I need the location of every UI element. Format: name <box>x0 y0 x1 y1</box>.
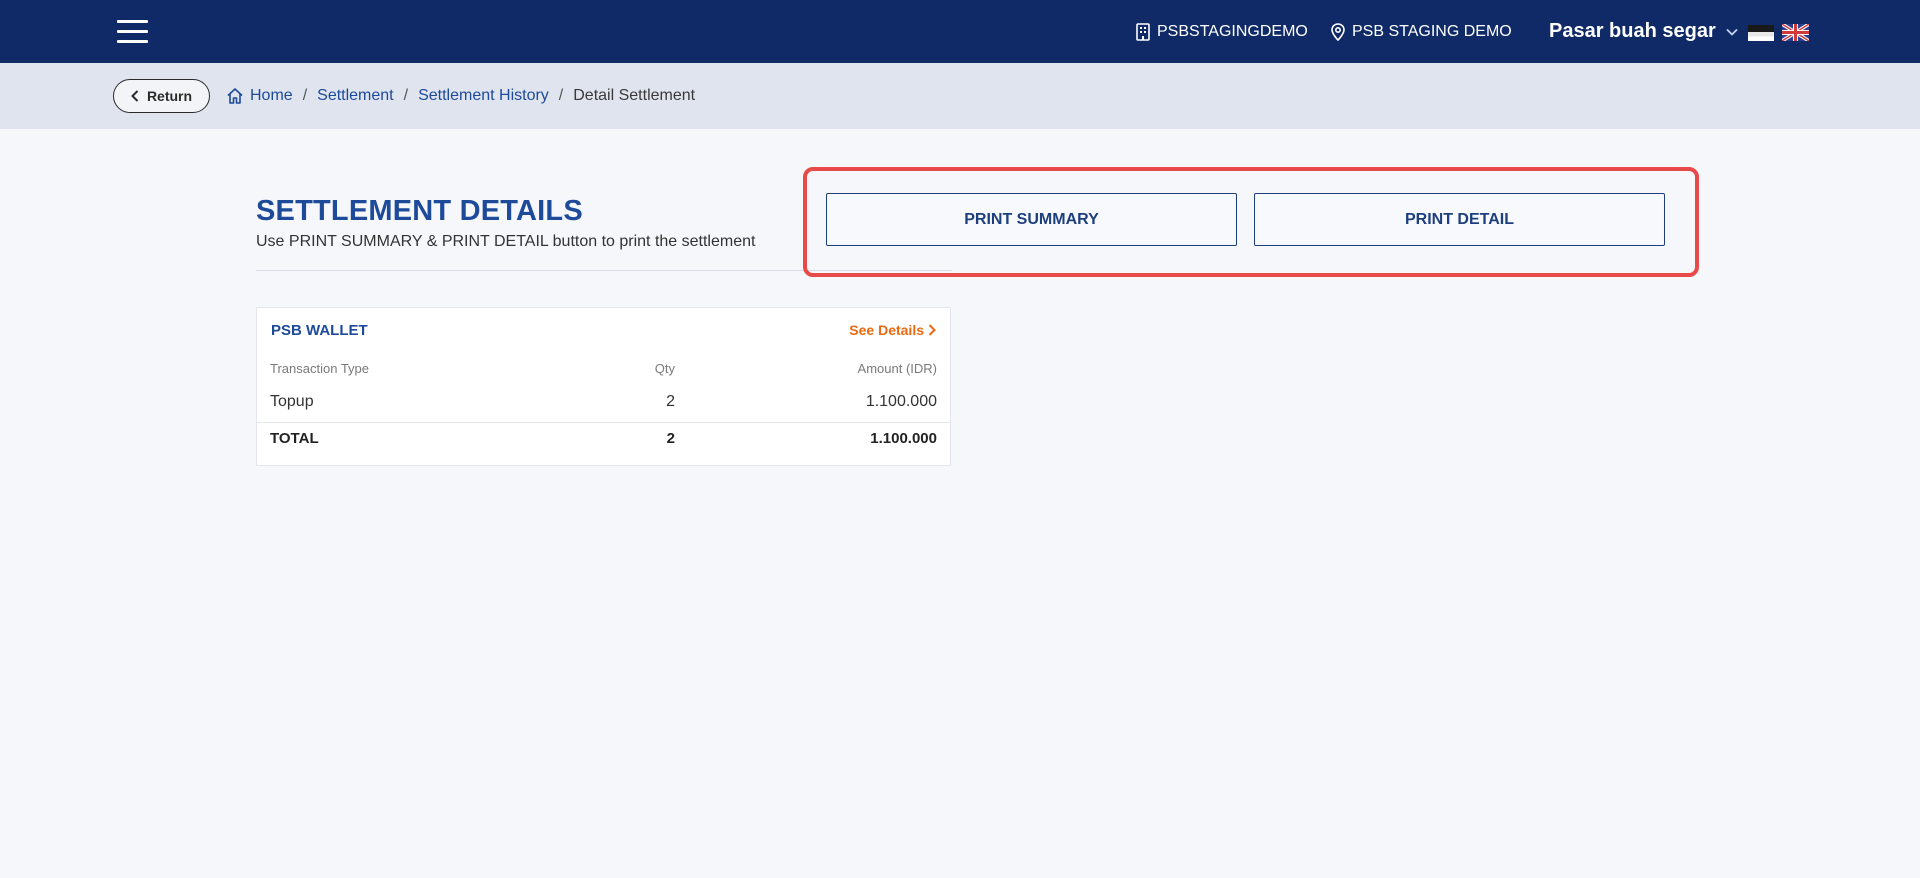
breadcrumb-bar: Return Home / Settlement / Settlement Hi… <box>0 63 1920 129</box>
table-header: Transaction Type Qty Amount (IDR) <box>270 354 937 384</box>
top-navbar: PSBSTAGINGDEMO PSB STAGING DEMO Pasar bu… <box>0 0 1920 63</box>
store-name: Pasar buah segar <box>1549 20 1716 42</box>
location-indicator: PSB STAGING DEMO <box>1330 0 1512 63</box>
chevron-down-icon <box>1726 28 1738 36</box>
row-qty: 2 <box>666 393 675 410</box>
print-summary-button[interactable]: PRINT SUMMARY <box>826 193 1237 246</box>
location-name: PSB STAGING DEMO <box>1352 22 1512 40</box>
return-label: Return <box>146 88 193 104</box>
merchant-code: PSBSTAGINGDEMO <box>1157 22 1308 40</box>
indonesia-flag-icon[interactable] <box>1748 25 1774 41</box>
store-selector[interactable]: Pasar buah segar <box>1549 0 1738 63</box>
return-button[interactable]: Return <box>113 79 210 113</box>
row-amount: 1.100.000 <box>865 393 937 410</box>
map-pin-icon <box>1331 22 1345 41</box>
column-header-type: Transaction Type <box>270 361 369 376</box>
breadcrumb-separator: / <box>403 87 409 104</box>
breadcrumb: Home / Settlement / Settlement History /… <box>226 63 695 129</box>
total-row: TOTAL 2 1.100.000 <box>270 424 937 454</box>
page-title: SETTLEMENT DETAILS <box>256 195 583 227</box>
page-subtitle: Use PRINT SUMMARY & PRINT DETAIL button … <box>256 233 756 250</box>
print-detail-button[interactable]: PRINT DETAIL <box>1254 193 1665 246</box>
total-label: TOTAL <box>270 430 319 447</box>
breadcrumb-current: Detail Settlement <box>573 87 696 104</box>
breadcrumb-separator: / <box>558 87 564 104</box>
see-details-label: See Details <box>849 322 924 338</box>
total-divider <box>257 422 950 423</box>
breadcrumb-settlement-history[interactable]: Settlement History <box>418 87 549 105</box>
building-icon <box>1136 22 1150 41</box>
total-qty: 2 <box>666 430 675 447</box>
column-header-amount: Amount (IDR) <box>857 361 937 376</box>
breadcrumb-home[interactable]: Home <box>226 87 293 105</box>
home-icon <box>227 88 243 104</box>
chevron-left-icon <box>131 90 139 102</box>
row-type: Topup <box>270 393 314 410</box>
breadcrumb-settlement[interactable]: Settlement <box>317 87 393 105</box>
see-details-link[interactable]: See Details <box>849 322 936 338</box>
breadcrumb-separator: / <box>302 87 308 104</box>
total-amount: 1.100.000 <box>870 430 937 447</box>
table-row: Topup 2 1.100.000 <box>270 387 937 417</box>
chevron-right-icon <box>928 324 936 336</box>
card-title: PSB WALLET <box>271 322 368 339</box>
uk-flag-icon[interactable] <box>1782 24 1809 41</box>
hamburger-menu-icon[interactable] <box>117 20 148 44</box>
merchant-indicator: PSBSTAGINGDEMO <box>1135 0 1308 63</box>
column-header-qty: Qty <box>654 361 675 376</box>
breadcrumb-home-label: Home <box>250 87 293 104</box>
